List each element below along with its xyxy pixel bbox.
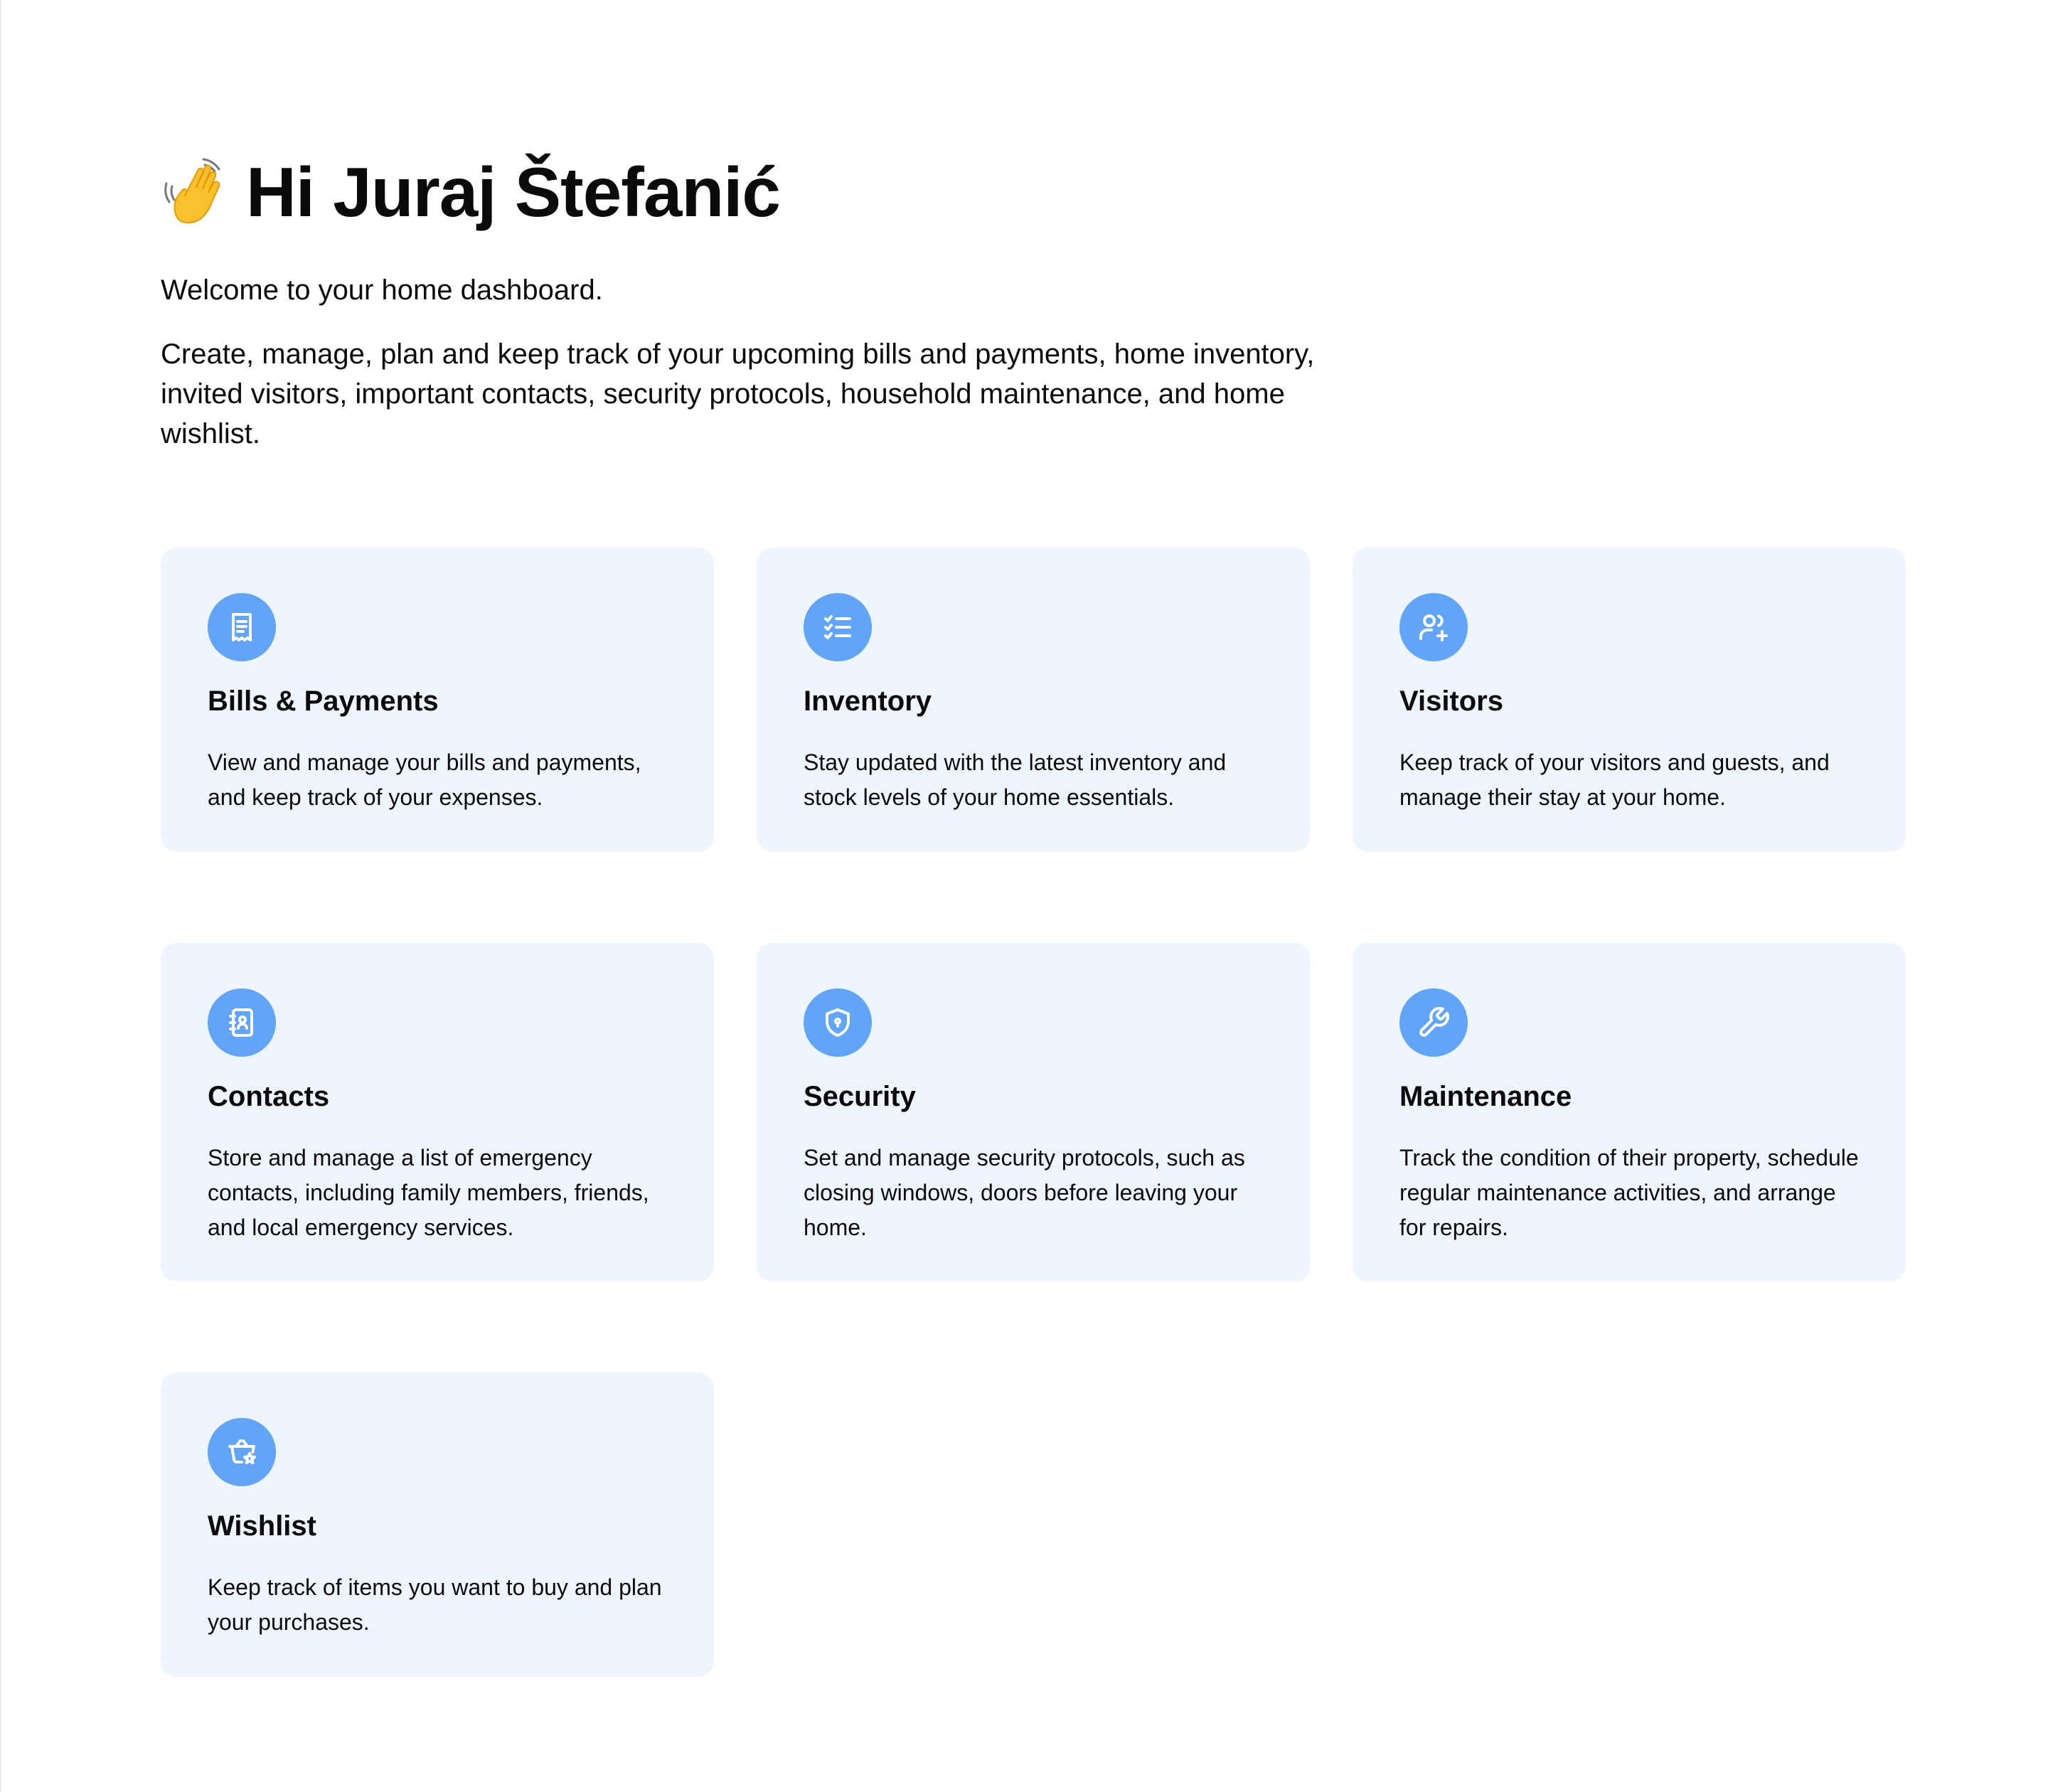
basket-star-icon: [208, 1418, 276, 1486]
dashboard-header: Hi Juraj Štefanić Welcome to your home d…: [161, 149, 1910, 454]
card-description: Track the condition of their property, s…: [1399, 1145, 1859, 1240]
card-title: Security: [804, 1081, 916, 1112]
home-dashboard-page: Hi Juraj Štefanić Welcome to your home d…: [0, 0, 2048, 1792]
address-book-icon: [208, 988, 276, 1057]
card-title: Inventory: [804, 686, 932, 717]
card-title: Wishlist: [208, 1510, 316, 1542]
checklist-icon: [804, 593, 872, 661]
card-title: Maintenance: [1399, 1081, 1572, 1112]
card-description: Store and manage a list of emergency con…: [208, 1145, 649, 1240]
card-description: Set and manage security protocols, such …: [804, 1145, 1245, 1240]
card-description: Keep track of your visitors and guests, …: [1399, 750, 1830, 810]
card-contacts[interactable]: Contacts Store and manage a list of emer…: [161, 943, 714, 1281]
card-maintenance[interactable]: Maintenance Track the condition of their…: [1353, 943, 1906, 1281]
card-description: Stay updated with the latest inventory a…: [804, 750, 1227, 810]
wrench-icon: [1399, 988, 1468, 1057]
card-title: Bills & Payments: [208, 686, 439, 717]
receipt-icon: [208, 593, 276, 661]
users-plus-icon: [1399, 593, 1468, 661]
card-inventory[interactable]: Inventory Stay updated with the latest i…: [757, 548, 1310, 852]
intro-text: Welcome to your home dashboard. Create, …: [161, 270, 1370, 454]
greeting-heading: Hi Juraj Štefanić: [161, 149, 1910, 235]
waving-hand-icon: [164, 158, 220, 224]
welcome-text: Welcome to your home dashboard.: [161, 274, 603, 306]
card-security[interactable]: Security Set and manage security protoco…: [757, 943, 1310, 1281]
card-title: Visitors: [1399, 686, 1503, 717]
card-bills-payments[interactable]: Bills & Payments View and manage your bi…: [161, 548, 714, 852]
card-description: View and manage your bills and payments,…: [208, 750, 641, 810]
dashboard-description: Create, manage, plan and keep track of y…: [161, 338, 1315, 449]
page-title: Hi Juraj Štefanić: [246, 153, 781, 231]
card-title: Contacts: [208, 1081, 330, 1112]
shield-lock-icon: [804, 988, 872, 1057]
card-wishlist[interactable]: Wishlist Keep track of items you want to…: [161, 1372, 714, 1677]
card-description: Keep track of items you want to buy and …: [208, 1574, 662, 1635]
card-visitors[interactable]: Visitors Keep track of your visitors and…: [1353, 548, 1906, 852]
